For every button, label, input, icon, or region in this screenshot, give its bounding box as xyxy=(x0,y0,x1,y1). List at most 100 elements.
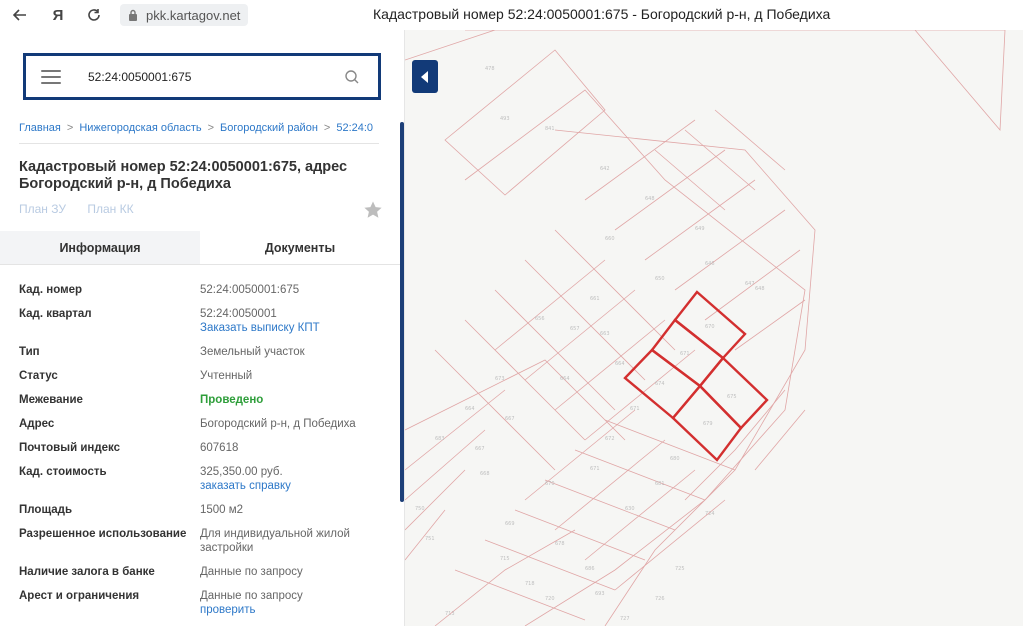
order-certificate-link[interactable]: заказать справку xyxy=(200,479,389,493)
plan-zu-link[interactable]: План ЗУ xyxy=(19,202,66,216)
svg-text:678: 678 xyxy=(555,541,565,547)
page-title: Кадастровый номер 52:24:0050001:675, адр… xyxy=(19,159,348,192)
favorite-star-icon[interactable] xyxy=(363,200,383,220)
info-value: Данные по запросу xyxy=(200,566,303,578)
address-bar[interactable]: pkk.kartagov.net xyxy=(120,4,249,26)
svg-text:674: 674 xyxy=(655,381,665,387)
info-value: Богородский р-н, д Победиха xyxy=(200,418,356,430)
svg-text:657: 657 xyxy=(570,326,580,332)
svg-text:680: 680 xyxy=(670,456,680,462)
svg-text:672: 672 xyxy=(605,436,615,442)
svg-text:725: 725 xyxy=(675,566,685,572)
search-icon[interactable] xyxy=(344,69,360,85)
info-row: Кад. стоимость 325,350.00 руб. заказать … xyxy=(19,465,389,493)
info-key: Кад. стоимость xyxy=(19,466,107,478)
info-row: Наличие залога в банке Данные по запросу xyxy=(19,565,389,579)
svg-text:664: 664 xyxy=(465,406,475,412)
svg-text:667: 667 xyxy=(505,416,515,422)
info-row: Кад. квартал 52:24:0050001 Заказать выпи… xyxy=(19,307,389,335)
info-key: Кад. квартал xyxy=(19,308,92,320)
info-value: Земельный участок xyxy=(200,346,305,358)
sidebar-scrollbar[interactable] xyxy=(400,122,404,502)
info-key: Адрес xyxy=(19,418,55,430)
info-key: Арест и ограничения xyxy=(19,590,140,602)
info-row: Почтовый индекс 607618 xyxy=(19,441,389,455)
svg-text:724: 724 xyxy=(705,511,715,517)
svg-text:727: 727 xyxy=(620,616,630,622)
tabs: Информация Документы xyxy=(0,231,400,265)
svg-text:715: 715 xyxy=(500,556,510,562)
svg-text:478: 478 xyxy=(485,66,495,72)
svg-text:660: 660 xyxy=(605,236,615,242)
svg-text:713: 713 xyxy=(445,611,455,617)
svg-text:669: 669 xyxy=(505,521,515,527)
cadastral-map[interactable]: 478 493 841 642 648 649 660 661 650 646 647 648 … xyxy=(405,30,1023,626)
svg-text:647: 647 xyxy=(745,281,755,287)
svg-text:720: 720 xyxy=(545,596,555,602)
sidebar-panel: 52:24:0050001:675 Главная > Нижегородская … xyxy=(0,30,405,626)
svg-text:841: 841 xyxy=(545,126,555,132)
svg-text:693: 693 xyxy=(595,591,605,597)
order-kpt-link[interactable]: Заказать выписку КПТ xyxy=(200,321,389,335)
browser-toolbar: Я pkk.kartagov.net Кадастровый номер 52:… xyxy=(0,0,1023,30)
info-key: Разрешенное использование xyxy=(19,528,187,540)
svg-text:671: 671 xyxy=(590,466,600,472)
info-value: Данные по запросу xyxy=(200,590,303,602)
yandex-logo-icon[interactable]: Я xyxy=(50,7,66,24)
search-input[interactable]: 52:24:0050001:675 xyxy=(88,70,344,84)
svg-text:649: 649 xyxy=(695,226,705,232)
svg-text:493: 493 xyxy=(500,116,510,122)
check-link[interactable]: проверить xyxy=(200,603,389,617)
svg-text:642: 642 xyxy=(600,166,610,172)
breadcrumb-item[interactable]: Нижегородская область xyxy=(79,122,201,134)
collapse-panel-button[interactable] xyxy=(412,60,438,93)
info-key: Почтовый индекс xyxy=(19,442,121,454)
svg-text:646: 646 xyxy=(705,261,715,267)
info-key: Площадь xyxy=(19,504,73,516)
search-box[interactable]: 52:24:0050001:675 xyxy=(23,53,381,100)
tab-documents[interactable]: Документы xyxy=(200,231,400,264)
info-value: 325,350.00 руб. xyxy=(200,466,283,478)
info-table: Кад. номер 52:24:0050001:675 Кад. кварта… xyxy=(19,283,389,617)
info-key: Межевание xyxy=(19,394,83,406)
info-value: 1500 м2 xyxy=(200,504,244,516)
info-key: Кад. номер xyxy=(19,284,82,296)
info-value: 607618 xyxy=(200,442,239,454)
selected-parcel-outline[interactable] xyxy=(623,290,769,462)
svg-text:686: 686 xyxy=(585,566,595,572)
info-row: Кад. номер 52:24:0050001:675 xyxy=(19,283,389,297)
svg-text:670: 670 xyxy=(545,481,555,487)
info-key: Тип xyxy=(19,346,40,358)
svg-text:679: 679 xyxy=(703,421,713,427)
breadcrumb-item[interactable]: Главная xyxy=(19,122,61,134)
svg-text:670: 670 xyxy=(705,324,715,330)
svg-text:648: 648 xyxy=(755,286,765,292)
breadcrumb-item[interactable]: 52:24:0 xyxy=(336,122,373,134)
divider xyxy=(19,143,379,144)
tab-information[interactable]: Информация xyxy=(0,231,200,264)
chevron-left-icon xyxy=(421,70,428,83)
parcel-map-canvas: 478493841 642648649 660661650 646647648 … xyxy=(405,30,1006,626)
svg-text:650: 650 xyxy=(655,276,665,282)
info-row: Площадь 1500 м2 xyxy=(19,503,389,517)
plan-kk-link[interactable]: План КК xyxy=(87,202,133,216)
info-value: Для индивидуальной жилой застройки xyxy=(200,528,350,554)
svg-text:663: 663 xyxy=(600,331,610,337)
svg-text:664: 664 xyxy=(560,376,570,382)
menu-icon[interactable] xyxy=(41,69,61,84)
plan-links: План ЗУ План КК xyxy=(19,202,152,216)
svg-text:656: 656 xyxy=(535,316,545,322)
reload-icon[interactable] xyxy=(86,7,102,23)
svg-text:668: 668 xyxy=(480,471,490,477)
info-row: Арест и ограничения Данные по запросу пр… xyxy=(19,589,389,617)
svg-text:671: 671 xyxy=(680,351,690,357)
info-row: Межевание Проведено xyxy=(19,393,389,407)
back-arrow-icon[interactable] xyxy=(12,7,28,23)
lock-icon xyxy=(129,9,137,21)
breadcrumb-item[interactable]: Богородский район xyxy=(220,122,318,134)
svg-text:675: 675 xyxy=(727,394,737,400)
svg-text:648: 648 xyxy=(645,196,655,202)
svg-text:673: 673 xyxy=(495,376,505,382)
status-badge: Проведено xyxy=(200,394,264,406)
info-row: Тип Земельный участок xyxy=(19,345,389,359)
